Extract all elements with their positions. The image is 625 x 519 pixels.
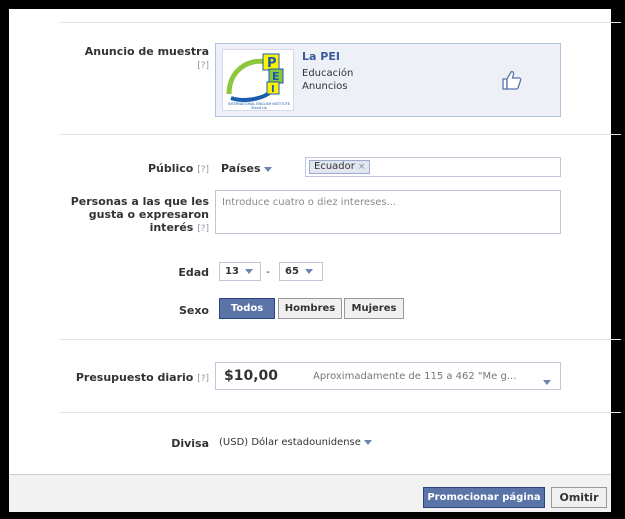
frame-top	[0, 0, 625, 9]
currency-label: Divisa	[171, 437, 209, 450]
gender-option-hombres[interactable]: Hombres	[278, 298, 342, 319]
interests-input[interactable]: Introduce cuatro o diez intereses...	[215, 190, 561, 234]
chevron-down-icon	[244, 268, 253, 274]
interests-label-line2: gusta o expresaron	[88, 208, 209, 221]
age-min-value: 13	[225, 266, 239, 277]
pei-logo: P E I INTERNATIONAL ENGLISH INSTITUTE St…	[222, 49, 294, 111]
country-input[interactable]: Ecuador ×	[305, 157, 561, 177]
budget-help-link[interactable]: [?]	[197, 374, 209, 384]
location-type-dropdown[interactable]: Países	[221, 162, 272, 175]
age-max-select[interactable]: 65	[279, 262, 323, 281]
like-thumbs-up-icon[interactable]	[500, 68, 524, 92]
currency-value: (USD) Dólar estadounidense	[219, 437, 361, 448]
age-label: Edad	[178, 266, 209, 279]
country-token-label: Ecuador	[314, 161, 355, 172]
age-max-value: 65	[285, 266, 299, 277]
divider-targeting	[59, 339, 621, 340]
dialog-footer: Promocionar página Omitir	[9, 474, 611, 512]
svg-text:Stand Up: Stand Up	[251, 106, 267, 110]
chevron-down-icon	[304, 268, 313, 274]
frame-right	[611, 0, 625, 519]
interests-label-line1: Personas a las que les	[70, 195, 209, 208]
location-type-value: Países	[221, 162, 261, 175]
skip-button[interactable]: Omitir	[551, 487, 607, 508]
audience-label: Público [?]	[69, 162, 209, 177]
budget-label-text: Presupuesto diario	[75, 371, 194, 384]
gender-option-mujeres[interactable]: Mujeres	[344, 298, 404, 319]
budget-estimate: Aproximadamente de 115 a 462 "Me g...	[313, 371, 517, 382]
daily-budget-select[interactable]: $10,00 Aproximadamente de 115 a 462 "Me …	[215, 362, 561, 390]
interests-label-line3: interés	[149, 221, 194, 234]
interests-help-link[interactable]: [?]	[197, 224, 209, 234]
divider-top	[59, 22, 621, 23]
audience-help-link[interactable]: [?]	[197, 165, 209, 175]
ad-category: Educación	[302, 68, 354, 79]
promote-page-button[interactable]: Promocionar página	[423, 487, 545, 508]
svg-text:I: I	[271, 84, 275, 95]
remove-token-icon[interactable]: ×	[358, 162, 366, 172]
sample-ad-label-text: Anuncio de muestra	[84, 45, 209, 58]
frame-bottom	[0, 512, 625, 519]
chevron-down-icon	[543, 375, 551, 388]
chevron-down-icon	[263, 166, 272, 172]
frame-left	[0, 0, 9, 519]
audience-label-text: Público	[147, 162, 194, 175]
divider-budget	[59, 412, 621, 413]
sample-ad-label: Anuncio de muestra [?]	[69, 45, 209, 73]
sample-ad-preview: P E I INTERNATIONAL ENGLISH INSTITUTE St…	[215, 43, 561, 117]
ad-page-name[interactable]: La PEI	[302, 50, 340, 63]
budget-label: Presupuesto diario [?]	[69, 371, 209, 386]
gender-label: Sexo	[178, 304, 209, 317]
interests-placeholder: Introduce cuatro o diez intereses...	[222, 197, 397, 208]
svg-text:E: E	[272, 70, 280, 83]
age-separator: -	[266, 265, 270, 278]
ad-type: Anuncios	[302, 81, 348, 92]
divider-ad	[59, 134, 621, 135]
budget-amount: $10,00	[224, 368, 279, 384]
country-token: Ecuador ×	[309, 160, 371, 174]
currency-dropdown[interactable]: (USD) Dólar estadounidense	[219, 437, 372, 448]
age-min-select[interactable]: 13	[219, 262, 261, 281]
promote-page-dialog: Anuncio de muestra [?] P E I INTERNATION…	[9, 9, 621, 512]
interests-label: Personas a las que les gusta o expresaro…	[59, 195, 209, 236]
chevron-down-icon	[363, 439, 372, 445]
sample-ad-help-link[interactable]: [?]	[197, 61, 209, 71]
gender-option-todos[interactable]: Todos	[219, 298, 275, 319]
